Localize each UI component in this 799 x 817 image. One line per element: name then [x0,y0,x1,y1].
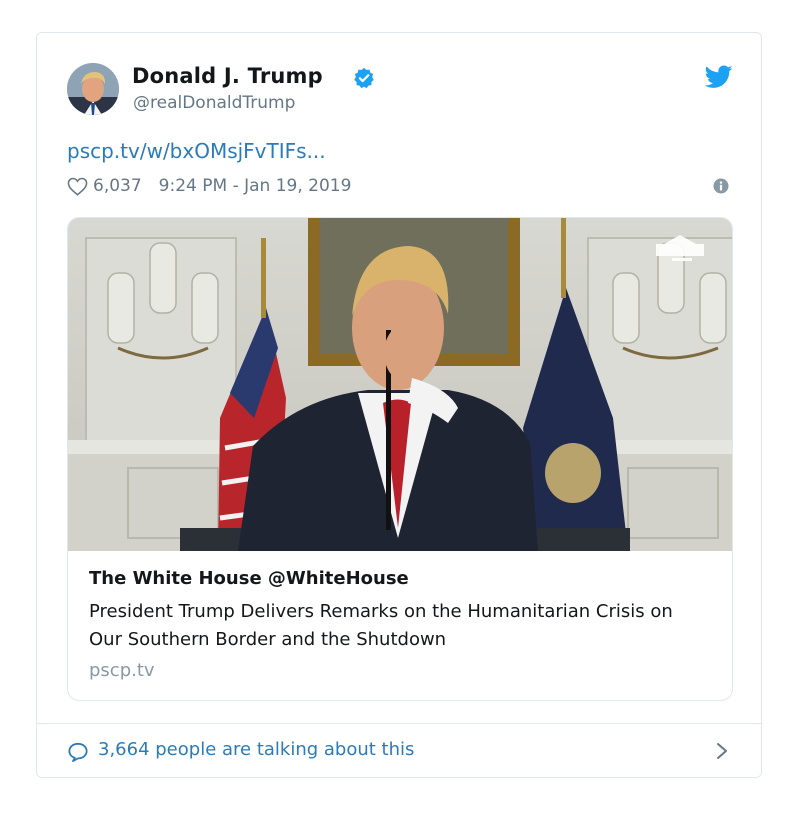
media-source-name: The White House @WhiteHouse [89,568,409,589]
media-domain: pscp.tv [89,660,155,681]
talking-about-text[interactable]: 3,664 people are talking about this [98,739,414,760]
info-icon[interactable] [713,178,729,194]
twitter-bird-icon[interactable] [705,65,733,89]
media-description: President Trump Delivers Remarks on the … [89,601,673,650]
display-name[interactable]: Donald J. Trump [132,64,323,88]
timestamp[interactable]: 9:24 PM - Jan 19, 2019 [159,176,352,196]
like-count[interactable]: 6,037 [93,176,142,196]
tweet-card: Donald J. Trump @realDonaldTrump pscp.tv… [36,32,762,778]
chevron-right-icon[interactable] [715,742,729,760]
handle[interactable]: @realDonaldTrump [133,93,295,113]
conversation-link[interactable]: 3,664 people are talking about this [37,724,761,778]
speech-bubble-icon [68,742,88,762]
avatar-image [67,63,119,115]
media-image[interactable] [68,218,733,551]
media-card[interactable]: The White House @WhiteHouse President Tr… [67,217,733,701]
verified-badge-icon [354,67,374,89]
avatar[interactable] [67,63,119,115]
tweet-meta: 6,037 9:24 PM - Jan 19, 2019 [67,174,351,198]
tweet-link[interactable]: pscp.tv/w/bxOMsjFvTIFs... [67,139,326,163]
heart-icon[interactable] [67,177,88,196]
